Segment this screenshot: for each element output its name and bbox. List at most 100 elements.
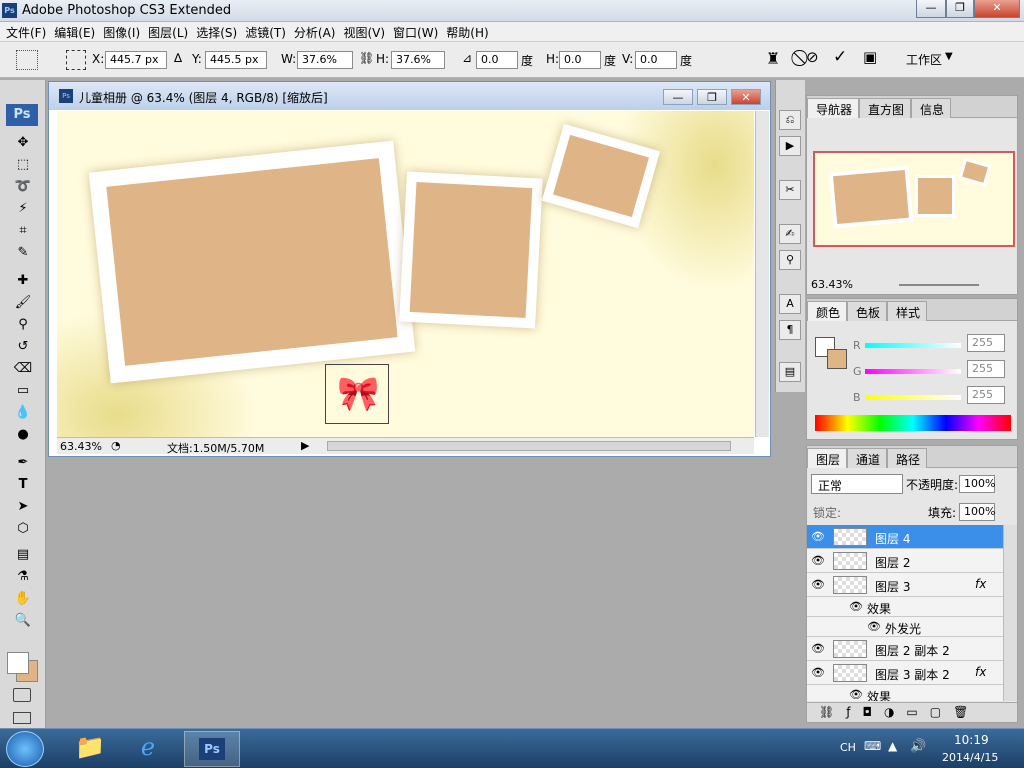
healing-brush-tool-icon[interactable]: ✚ xyxy=(10,270,36,290)
hskew-field[interactable]: 0.0 xyxy=(559,51,601,69)
effects-row[interactable]: 👁 效果 xyxy=(807,597,1003,617)
status-info-icon[interactable]: ◔ xyxy=(111,439,121,452)
workspace-button[interactable]: 工作区 xyxy=(906,51,942,68)
vskew-field[interactable]: 0.0 xyxy=(635,51,677,69)
zoom-tool-icon[interactable]: 🔍 xyxy=(10,610,36,630)
layer-comps-icon[interactable]: ▤ xyxy=(779,362,801,382)
r-field[interactable]: 255 xyxy=(967,334,1005,352)
taskbar-photoshop-button[interactable]: Ps xyxy=(184,731,240,767)
commit-transform-icon[interactable]: ✓ xyxy=(833,47,847,67)
y-field[interactable]: 445.5 px xyxy=(205,51,267,69)
eye-icon[interactable]: 👁 xyxy=(811,530,825,544)
workspace-chevron-icon[interactable]: ▼ xyxy=(945,51,953,62)
fx-badge[interactable]: fx xyxy=(975,577,986,591)
hand-tool-icon[interactable]: ✋ xyxy=(10,588,36,608)
notes-tool-icon[interactable]: ▤ xyxy=(10,544,36,564)
bow-icon[interactable]: 🎀 xyxy=(337,371,379,417)
gradient-tool-icon[interactable]: ▭ xyxy=(10,380,36,400)
menu-window[interactable]: 窗口(W) xyxy=(387,22,438,41)
dodge-tool-icon[interactable]: ● xyxy=(10,424,36,444)
eyedropper-tool-icon[interactable]: ⚗ xyxy=(10,566,36,586)
navigator-preview[interactable] xyxy=(813,151,1015,247)
magic-wand-tool-icon[interactable]: ⚡ xyxy=(10,198,36,218)
eye-icon[interactable]: 👁 xyxy=(811,554,825,568)
marquee-tool-icon[interactable]: ⬚ xyxy=(10,154,36,174)
type-tool-icon[interactable]: T xyxy=(10,474,36,494)
w-field[interactable]: 37.6% xyxy=(297,51,353,69)
tab-histogram[interactable]: 直方图 xyxy=(859,98,912,118)
eye-icon[interactable]: 👁 xyxy=(811,578,825,592)
doc-close-button[interactable]: ✕ xyxy=(731,89,761,105)
g-slider[interactable] xyxy=(865,369,961,374)
network-icon[interactable]: ▲ xyxy=(888,739,897,753)
b-field[interactable]: 255 xyxy=(967,386,1005,404)
quick-mask-icon[interactable] xyxy=(13,688,31,702)
actions-panel-icon[interactable]: ▶ xyxy=(779,136,801,156)
reference-point-icon[interactable] xyxy=(66,50,86,70)
fx-badge[interactable]: fx xyxy=(975,665,986,679)
layer-row-2[interactable]: 👁 图层 2 xyxy=(807,549,1003,573)
menu-image[interactable]: 图像(I) xyxy=(97,22,140,41)
lasso-tool-icon[interactable]: ➰ xyxy=(10,176,36,196)
path-selection-tool-icon[interactable]: ➤ xyxy=(10,496,36,516)
slice-tool-icon[interactable]: ✎ xyxy=(10,242,36,262)
photo-frame-large[interactable] xyxy=(88,140,416,384)
clone-source-icon[interactable]: ⚲ xyxy=(779,250,801,270)
g-field[interactable]: 255 xyxy=(967,360,1005,378)
navigator-zoom-slider[interactable] xyxy=(899,284,979,286)
angle-field[interactable]: 0.0 xyxy=(476,51,518,69)
fill-field[interactable]: 100% xyxy=(959,503,995,521)
clone-stamp-tool-icon[interactable]: ⚲ xyxy=(10,314,36,334)
cancel-icon[interactable]: ⊘ xyxy=(806,48,819,66)
paragraph-panel-icon[interactable]: ¶ xyxy=(779,320,801,340)
menu-edit[interactable]: 编辑(E) xyxy=(48,22,95,41)
palette-well-icon[interactable]: ▣ xyxy=(863,48,877,66)
tab-swatches[interactable]: 色板 xyxy=(847,301,888,321)
close-button[interactable]: ✕ xyxy=(974,0,1020,18)
history-brush-tool-icon[interactable]: ↺ xyxy=(10,336,36,356)
layer-row-3[interactable]: 👁 图层 3 fx xyxy=(807,573,1003,597)
layers-scrollbar[interactable] xyxy=(1003,525,1017,701)
layers-footer-icons[interactable]: ⛓ƒ◘◑▭▢🗑 xyxy=(807,702,1017,722)
canvas[interactable]: 🎀 xyxy=(57,111,754,437)
menu-select[interactable]: 选择(S) xyxy=(190,22,237,41)
eye-icon[interactable]: 👁 xyxy=(849,600,863,614)
input-language[interactable]: CH xyxy=(840,741,856,754)
document-title-bar[interactable]: Ps 儿童相册 @ 63.4% (图层 4, RGB/8) [缩放后] — ❐ … xyxy=(49,82,770,110)
x-field[interactable]: 445.7 px xyxy=(105,51,167,69)
keyboard-icon[interactable]: ⌨ xyxy=(864,739,881,753)
b-slider[interactable] xyxy=(865,395,961,400)
color-spectrum-ramp[interactable] xyxy=(815,415,1011,431)
screen-mode-icon[interactable] xyxy=(13,712,31,724)
brush-tool-icon[interactable]: 🖌 xyxy=(10,292,36,312)
blend-mode-select[interactable]: 正常 xyxy=(811,474,903,494)
color-bg-swatch[interactable] xyxy=(827,349,847,369)
r-slider[interactable] xyxy=(865,343,961,348)
doc-minimize-button[interactable]: — xyxy=(663,89,693,105)
shape-tool-icon[interactable]: ⬡ xyxy=(10,518,36,538)
eraser-tool-icon[interactable]: ⌫ xyxy=(10,358,36,378)
maximize-button[interactable]: ❐ xyxy=(946,0,974,18)
eye-icon[interactable]: 👁 xyxy=(867,620,881,634)
menu-analysis[interactable]: 分析(A) xyxy=(288,22,336,41)
volume-icon[interactable]: 🔊 xyxy=(910,739,926,754)
warp-icon[interactable]: ♜ xyxy=(766,49,780,68)
eye-icon[interactable]: 👁 xyxy=(811,666,825,680)
zoom-readout[interactable]: 63.43% xyxy=(60,440,102,453)
move-tool-preset-icon[interactable] xyxy=(16,50,38,70)
tab-styles[interactable]: 样式 xyxy=(887,301,928,321)
tab-layers[interactable]: 图层 xyxy=(807,448,848,468)
menu-view[interactable]: 视图(V) xyxy=(337,22,385,41)
crop-tool-icon[interactable]: ⌗ xyxy=(10,220,36,240)
layer-row-2-copy-2[interactable]: 👁 图层 2 副本 2 xyxy=(807,637,1003,661)
menu-layer[interactable]: 图层(L) xyxy=(142,22,188,41)
effects-row[interactable]: 👁 效果 xyxy=(807,685,1003,701)
navigator-zoom[interactable]: 63.43% xyxy=(811,278,853,291)
internet-explorer-icon[interactable]: ℯ xyxy=(128,733,168,765)
tab-info[interactable]: 信息 xyxy=(911,98,952,118)
move-tool-icon[interactable]: ✥ xyxy=(10,132,36,152)
outer-glow-row[interactable]: 👁 外发光 xyxy=(807,617,1003,637)
status-menu-arrow-icon[interactable]: ▶ xyxy=(301,439,309,452)
character-panel-icon[interactable]: A xyxy=(779,294,801,314)
history-panel-icon[interactable]: ⎌ xyxy=(779,110,801,130)
